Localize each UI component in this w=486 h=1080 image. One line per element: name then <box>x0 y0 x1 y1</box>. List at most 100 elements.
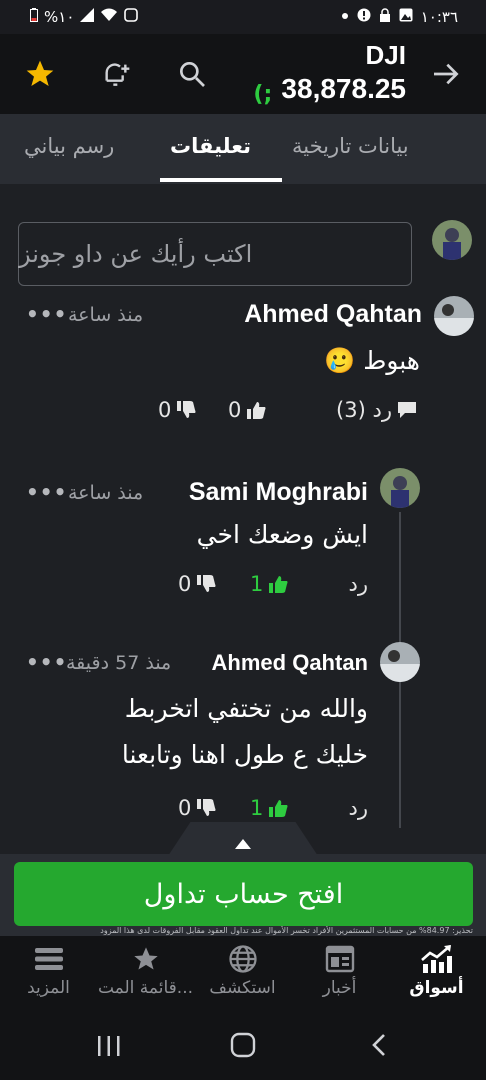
avatar <box>380 642 420 682</box>
cta-panel: افتح حساب تداول تحذير: 84.97% من حسابات … <box>0 854 486 936</box>
reply-icon <box>398 402 416 418</box>
reply-label: رد (3) <box>336 398 392 422</box>
chevron-up-icon <box>235 839 251 849</box>
recent-apps-button[interactable] <box>96 1034 122 1062</box>
tab-chart[interactable]: رسم بياني <box>24 134 114 158</box>
star-icon <box>26 60 54 86</box>
dislike-button[interactable]: 0 <box>178 572 217 596</box>
app-header: DJI 38,878.25 (; <box>0 34 486 114</box>
nav-label: أخبار <box>322 978 357 998</box>
news-icon <box>325 945 354 973</box>
dot-icon <box>341 8 349 26</box>
nav-label: المزيد <box>27 978 70 998</box>
notification-icon <box>124 8 139 26</box>
reply-label: رد <box>348 572 369 596</box>
avatar <box>380 468 420 508</box>
like-button[interactable]: 0 <box>228 398 267 422</box>
nav-explore[interactable]: استكشف <box>194 942 291 998</box>
comment-text: هبوط 🥲 <box>324 346 420 375</box>
home-button[interactable] <box>230 1032 256 1062</box>
add-alert-button[interactable] <box>98 56 134 92</box>
comment-author[interactable]: Sami Moghrabi <box>189 478 368 507</box>
clock-text: ١٠:٣٦ <box>420 8 458 26</box>
comment-author[interactable]: Ahmed Qahtan <box>244 300 422 329</box>
comment-time: منذ ساعة <box>68 304 144 326</box>
gallery-icon <box>399 8 413 26</box>
comment-time: منذ ساعة <box>68 482 144 504</box>
alert-icon <box>357 8 371 26</box>
more-options-button[interactable]: ••• <box>26 650 67 674</box>
more-options-button[interactable]: ••• <box>26 302 67 326</box>
comment-text: ايش وضعك اخي <box>196 520 368 549</box>
nav-label: أسواق <box>409 978 464 998</box>
bottom-navigation: المزيد قائمة المت... استكشف أخبار أسواق <box>0 936 486 1014</box>
reply-label: رد <box>348 796 369 820</box>
recent-apps-icon <box>98 1036 120 1056</box>
comment-time: منذ 57 دقيقة <box>66 652 172 674</box>
comment-input[interactable]: اكتب رأيك عن داو جونز <box>18 222 412 286</box>
dislike-count: 0 <box>178 796 192 820</box>
battery-percent: %١٠ <box>44 8 75 26</box>
risk-disclaimer: تحذير: 84.97% من حسابات المستثمرين الأفر… <box>100 926 473 935</box>
lock-icon <box>379 8 391 26</box>
dislike-button[interactable]: 0 <box>178 796 217 820</box>
signal-icon <box>80 8 95 26</box>
section-tabs: رسم بياني تعليقات بيانات تاريخية <box>0 114 486 184</box>
thumbs-down-icon <box>177 401 196 418</box>
nav-markets[interactable]: أسواق <box>388 942 485 998</box>
nav-label: استكشف <box>209 978 276 998</box>
star-icon <box>133 947 158 970</box>
system-back-button[interactable] <box>370 1032 388 1062</box>
status-bar: %١٠ ١٠:٣٦ <box>0 0 486 34</box>
back-button[interactable] <box>428 56 464 92</box>
wifi-icon <box>100 8 118 26</box>
watchlist-star-button[interactable] <box>22 56 58 92</box>
reply-button[interactable]: رد <box>349 572 369 596</box>
tab-historical-data[interactable]: بيانات تاريخية <box>292 134 409 158</box>
like-button[interactable]: 1 <box>250 572 289 596</box>
nav-watchlist[interactable]: قائمة المت... <box>97 942 194 998</box>
arrow-right-icon <box>434 63 459 85</box>
search-button[interactable] <box>174 56 210 92</box>
search-icon <box>180 61 205 87</box>
open-trading-account-button[interactable]: افتح حساب تداول <box>14 862 473 926</box>
like-count: 1 <box>250 796 264 820</box>
globe-icon <box>228 945 257 973</box>
battery-icon <box>30 8 38 26</box>
tab-comments[interactable]: تعليقات <box>170 134 251 158</box>
dislike-count: 0 <box>178 572 192 596</box>
thumbs-down-icon <box>197 575 216 592</box>
like-button[interactable]: 1 <box>250 796 289 820</box>
thumbs-down-icon <box>197 799 216 816</box>
markets-chart-icon <box>420 945 452 973</box>
comment-text-line: خليك ع طول اهنا وتابعنا <box>121 740 368 769</box>
menu-icon <box>34 948 63 970</box>
dislike-count: 0 <box>158 398 172 422</box>
thumbs-up-icon <box>269 800 288 817</box>
home-icon <box>230 1032 256 1058</box>
expand-panel-button[interactable] <box>168 822 318 856</box>
instrument-ticker: DJI 38,878.25 (; <box>253 40 406 107</box>
price-change: (; <box>253 82 273 107</box>
instrument-price: 38,878.25 <box>281 73 406 104</box>
current-user-avatar <box>432 220 472 260</box>
dislike-button[interactable]: 0 <box>158 398 197 422</box>
instrument-symbol: DJI <box>365 40 406 70</box>
reply-button[interactable]: رد <box>349 796 369 820</box>
nav-label: قائمة المت... <box>97 978 194 998</box>
chevron-left-icon <box>372 1034 385 1056</box>
reply-button[interactable]: رد (3) <box>336 398 418 422</box>
nav-more[interactable]: المزيد <box>0 942 97 998</box>
avatar <box>434 296 474 336</box>
like-count: 1 <box>250 572 264 596</box>
like-count: 0 <box>228 398 242 422</box>
comment-text-line: والله من تختفي اتخربط <box>124 694 368 723</box>
nav-news[interactable]: أخبار <box>291 942 388 998</box>
comment-author[interactable]: Ahmed Qahtan <box>212 650 368 676</box>
thumbs-up-icon <box>269 576 288 593</box>
bell-plus-icon <box>105 63 130 86</box>
thumbs-up-icon <box>247 402 266 419</box>
system-navigation-bar <box>0 1014 486 1080</box>
more-options-button[interactable]: ••• <box>26 480 67 504</box>
active-tab-indicator <box>160 178 282 182</box>
